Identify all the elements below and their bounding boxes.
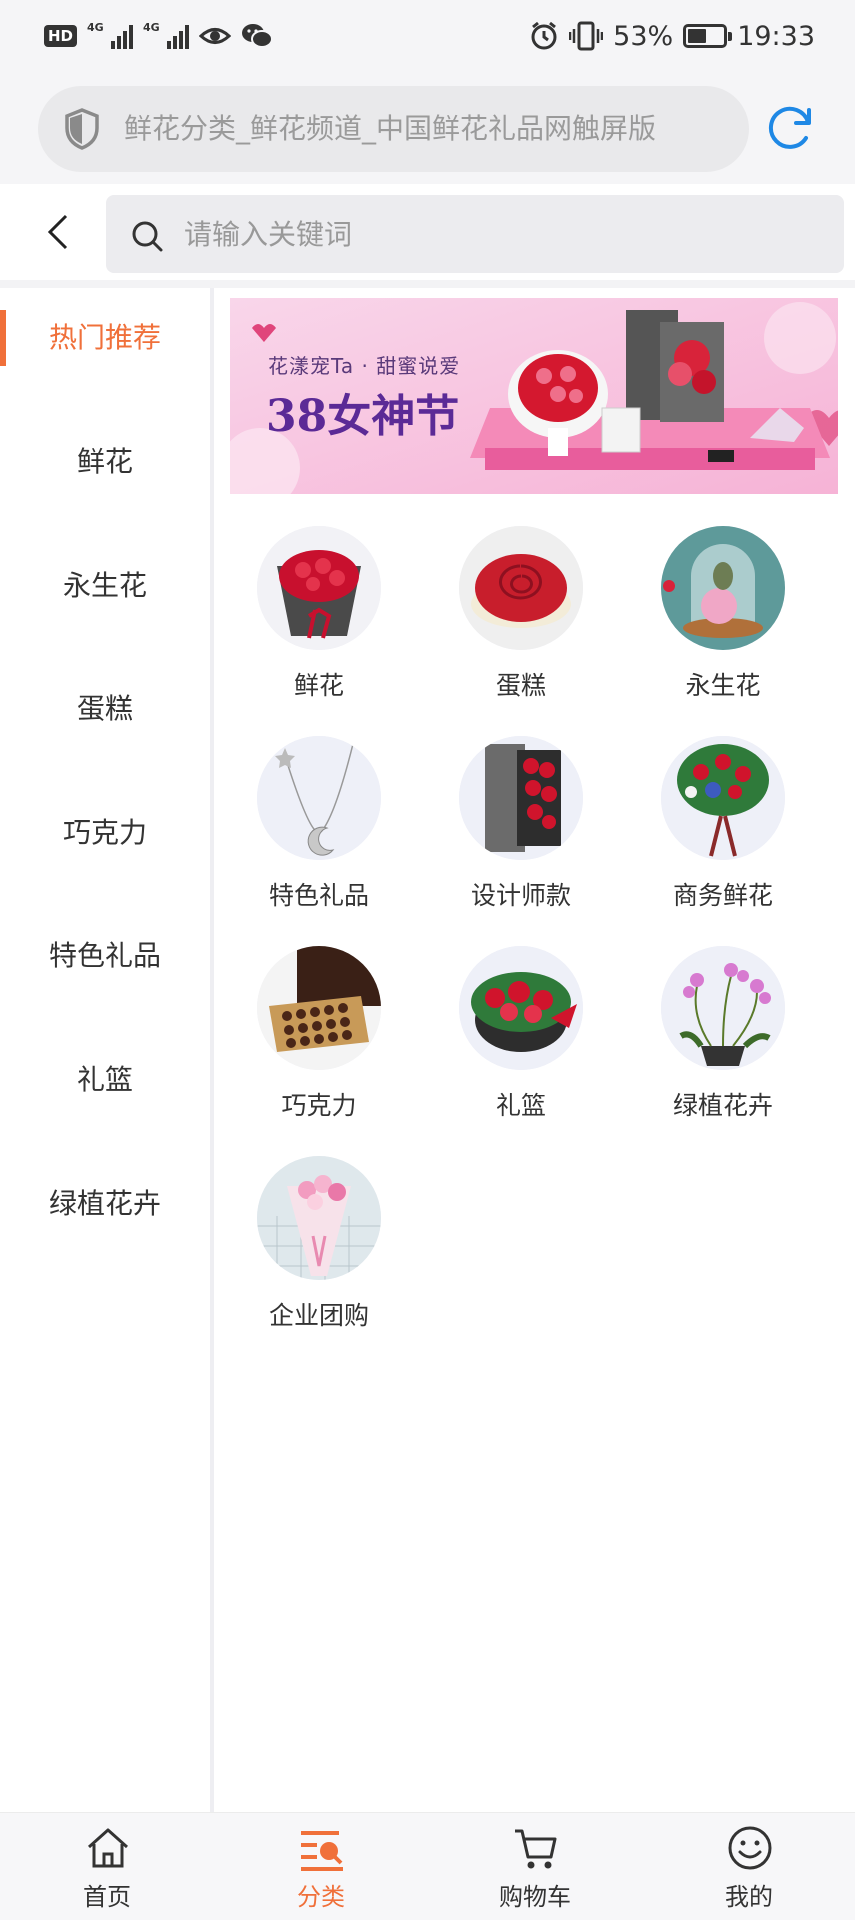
- hd-badge: HD: [44, 25, 78, 47]
- category-chocolate[interactable]: 巧克力: [219, 946, 419, 1146]
- sidebar-item-label: 鲜花: [76, 445, 133, 478]
- header-divider: [0, 280, 855, 288]
- wechat-icon: [242, 24, 274, 48]
- page-title-url[interactable]: 鲜花分类_鲜花频道_中国鲜花礼品网触屏版: [124, 86, 724, 172]
- sidebar-item-gift-basket[interactable]: 礼篮: [0, 1030, 210, 1130]
- category-plants[interactable]: 绿植花卉: [623, 946, 823, 1146]
- designer-box-thumb: [459, 736, 583, 860]
- sidebar-item-label: 礼篮: [76, 1063, 133, 1096]
- sidebar-item-label: 巧克力: [62, 816, 147, 849]
- sidebar-item-label: 永生花: [62, 569, 147, 602]
- sidebar-item-hot[interactable]: 热门推荐: [0, 288, 210, 388]
- gift-basket-thumb: [459, 946, 583, 1070]
- flower-bouquet-thumb: [257, 526, 381, 650]
- sidebar-item-label: 特色礼品: [48, 939, 161, 972]
- chevron-left-icon: [47, 214, 68, 250]
- category-label: 商务鲜花: [672, 881, 773, 910]
- category-flowers[interactable]: 鲜花: [219, 526, 419, 726]
- preserved-flower-thumb: [661, 526, 785, 650]
- category-label: 巧克力: [281, 1091, 357, 1120]
- home-icon: [87, 1828, 129, 1868]
- tab-label: 首页: [83, 1883, 131, 1911]
- category-special-gifts[interactable]: 特色礼品: [219, 736, 419, 936]
- necklace-thumb: [257, 736, 381, 860]
- search-icon: [132, 221, 163, 252]
- clock: 19:33: [737, 20, 815, 52]
- eye-icon: [199, 28, 232, 44]
- category-label: 特色礼品: [268, 881, 369, 910]
- sidebar-item-preserved-flowers[interactable]: 永生花: [0, 536, 210, 636]
- signal-icon-sim1: 4G: [87, 21, 134, 49]
- shield-icon: [65, 108, 99, 150]
- banner-title: 38女神节: [266, 391, 460, 442]
- category-content: 花漾宠Ta · 甜蜜说爱 38女神节 鲜花 蛋糕 永生花 特色礼品 设计师款 商…: [214, 288, 855, 1812]
- category-sidebar: 热门推荐 鲜花 永生花 蛋糕 巧克力 特色礼品 礼篮 绿植花卉: [0, 288, 210, 1812]
- battery-icon: [683, 24, 733, 48]
- sidebar-item-label: 蛋糕: [76, 692, 133, 725]
- battery-level: [688, 29, 707, 43]
- search-header: [0, 184, 855, 280]
- category-label: 礼篮: [495, 1091, 546, 1120]
- battery-percent: 53%: [613, 20, 674, 52]
- sidebar-item-cake[interactable]: 蛋糕: [0, 659, 210, 759]
- category-icon: [301, 1831, 343, 1871]
- promo-banner[interactable]: 花漾宠Ta · 甜蜜说爱 38女神节: [230, 298, 838, 494]
- sim2-network-label: 4G: [143, 21, 160, 34]
- sidebar-item-flowers[interactable]: 鲜花: [0, 412, 210, 512]
- category-label: 鲜花: [293, 671, 344, 700]
- refresh-icon[interactable]: [763, 100, 817, 154]
- group-bouquet-thumb: [257, 1156, 381, 1280]
- category-label: 永生花: [685, 671, 761, 700]
- cart-icon: [515, 1829, 557, 1869]
- category-corporate-purchase[interactable]: 企业团购: [219, 1156, 419, 1356]
- orchid-plant-thumb: [661, 946, 785, 1070]
- tab-profile[interactable]: 我的: [642, 1813, 855, 1920]
- smiley-icon: [728, 1826, 772, 1870]
- tab-label: 我的: [725, 1883, 773, 1911]
- business-basket-thumb: [661, 736, 785, 860]
- tab-home[interactable]: 首页: [0, 1813, 214, 1920]
- category-label: 企业团购: [268, 1301, 369, 1330]
- search-box[interactable]: [106, 195, 844, 273]
- browser-bar: 鲜花分类_鲜花频道_中国鲜花礼品网触屏版: [0, 72, 855, 184]
- banner-subtitle: 花漾宠Ta · 甜蜜说爱: [268, 354, 461, 378]
- bottom-tab-bar: 首页 分类 购物车 我的: [0, 1812, 855, 1920]
- status-right: 53% 19:33: [529, 16, 815, 56]
- chocolate-box-thumb: [257, 946, 381, 1070]
- active-indicator: [0, 310, 6, 366]
- cake-thumb: [459, 526, 583, 650]
- sidebar-item-special-gifts[interactable]: 特色礼品: [0, 906, 210, 1006]
- back-button[interactable]: [30, 204, 86, 260]
- tab-label: 分类: [297, 1883, 345, 1911]
- signal-icon-sim2: 4G: [143, 21, 190, 49]
- category-label: 设计师款: [470, 881, 571, 910]
- category-cake[interactable]: 蛋糕: [421, 526, 621, 726]
- category-label: 绿植花卉: [672, 1091, 773, 1120]
- sim1-network-label: 4G: [87, 21, 104, 34]
- tab-category[interactable]: 分类: [214, 1813, 428, 1920]
- tab-label: 购物车: [499, 1883, 571, 1911]
- category-business-flowers[interactable]: 商务鲜花: [623, 736, 823, 936]
- category-designer[interactable]: 设计师款: [421, 736, 621, 936]
- status-bar: HD 4G 4G 53% 19:33: [0, 0, 855, 72]
- sidebar-item-label: 绿植花卉: [48, 1187, 161, 1220]
- category-gift-basket[interactable]: 礼篮: [421, 946, 621, 1146]
- category-preserved-flowers[interactable]: 永生花: [623, 526, 823, 726]
- category-label: 蛋糕: [495, 671, 546, 700]
- address-bar[interactable]: 鲜花分类_鲜花频道_中国鲜花礼品网触屏版: [38, 86, 749, 172]
- sidebar-item-plants[interactable]: 绿植花卉: [0, 1154, 210, 1254]
- sidebar-item-chocolate[interactable]: 巧克力: [0, 783, 210, 883]
- sidebar-item-label: 热门推荐: [48, 321, 161, 354]
- vibrate-icon: [569, 21, 604, 51]
- status-left: HD 4G 4G: [44, 18, 274, 54]
- search-input[interactable]: [184, 195, 804, 273]
- alarm-icon: [531, 21, 557, 50]
- tab-cart[interactable]: 购物车: [428, 1813, 642, 1920]
